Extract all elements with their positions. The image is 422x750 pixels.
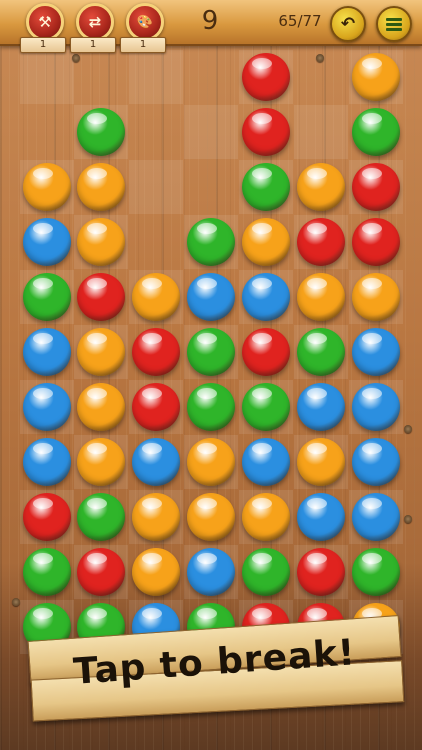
grid-cell-shade [129,50,183,104]
red-ball[interactable] [297,218,345,266]
green-ball[interactable] [77,493,125,541]
orange-ball[interactable] [132,273,180,321]
orange-ball[interactable] [77,328,125,376]
red-ball[interactable] [132,383,180,431]
orange-ball[interactable] [242,218,290,266]
orange-ball[interactable] [132,493,180,541]
bolt-icon [316,54,324,62]
red-ball[interactable] [242,328,290,376]
blue-ball[interactable] [23,383,71,431]
orange-ball[interactable] [77,163,125,211]
score-counter: 9 [201,6,219,36]
red-ball[interactable] [242,108,290,156]
bolt-icon [404,425,412,433]
blue-ball[interactable] [187,273,235,321]
hammer-icon: ⚒ [38,13,52,31]
hammer-count: 1 [20,37,66,53]
red-ball[interactable] [352,163,400,211]
green-ball[interactable] [187,383,235,431]
green-ball[interactable] [242,163,290,211]
blue-ball[interactable] [132,438,180,486]
red-ball[interactable] [77,273,125,321]
red-ball[interactable] [132,328,180,376]
palette-powerup-button[interactable]: 🎨 [126,3,164,41]
bolt-icon [404,515,412,523]
green-ball[interactable] [23,548,71,596]
swap-count: 1 [70,37,116,53]
menu-icon [386,17,402,31]
blue-ball[interactable] [23,438,71,486]
swap-powerup-button[interactable]: ⇄ [76,3,114,41]
orange-ball[interactable] [132,548,180,596]
grid-cell-shade [294,105,348,159]
swap-icon: ⇄ [88,13,102,31]
blue-ball[interactable] [242,273,290,321]
undo-icon: ↶ [340,14,356,34]
orange-ball[interactable] [242,493,290,541]
undo-button[interactable]: ↶ [330,6,366,42]
top-toolbar: ⚒ 1 ⇄ 1 🎨 1 9 65/77 ↶ [0,0,422,53]
orange-ball[interactable] [352,53,400,101]
blue-ball[interactable] [242,438,290,486]
orange-ball[interactable] [352,273,400,321]
blue-ball[interactable] [352,328,400,376]
orange-ball[interactable] [77,383,125,431]
green-ball[interactable] [187,328,235,376]
blue-ball[interactable] [187,548,235,596]
palette-count: 1 [120,37,166,53]
blue-ball[interactable] [23,328,71,376]
orange-ball[interactable] [77,438,125,486]
orange-ball[interactable] [297,163,345,211]
green-ball[interactable] [242,383,290,431]
green-ball[interactable] [297,328,345,376]
hammer-powerup-button[interactable]: ⚒ [26,3,64,41]
orange-ball[interactable] [297,273,345,321]
green-ball[interactable] [187,218,235,266]
bolt-icon [12,598,20,606]
orange-ball[interactable] [297,438,345,486]
red-ball[interactable] [23,493,71,541]
blue-ball[interactable] [352,438,400,486]
red-ball[interactable] [77,548,125,596]
green-ball[interactable] [77,108,125,156]
menu-button[interactable] [376,6,412,42]
green-ball[interactable] [352,548,400,596]
grid-cell-shade [20,50,74,104]
orange-ball[interactable] [187,438,235,486]
green-ball[interactable] [23,273,71,321]
orange-ball[interactable] [77,218,125,266]
grid-cell-shade [184,105,238,159]
red-ball[interactable] [297,548,345,596]
palette-icon: 🎨 [136,14,154,30]
orange-ball[interactable] [187,493,235,541]
blue-ball[interactable] [297,493,345,541]
green-ball[interactable] [242,548,290,596]
blue-ball[interactable] [297,383,345,431]
grid-cell-shade [129,160,183,214]
blue-ball[interactable] [352,493,400,541]
green-ball[interactable] [352,108,400,156]
red-ball[interactable] [242,53,290,101]
progress-counter: 65/77 [278,12,322,30]
blue-ball[interactable] [352,383,400,431]
orange-ball[interactable] [23,163,71,211]
red-ball[interactable] [352,218,400,266]
bolt-icon [72,54,80,62]
blue-ball[interactable] [23,218,71,266]
